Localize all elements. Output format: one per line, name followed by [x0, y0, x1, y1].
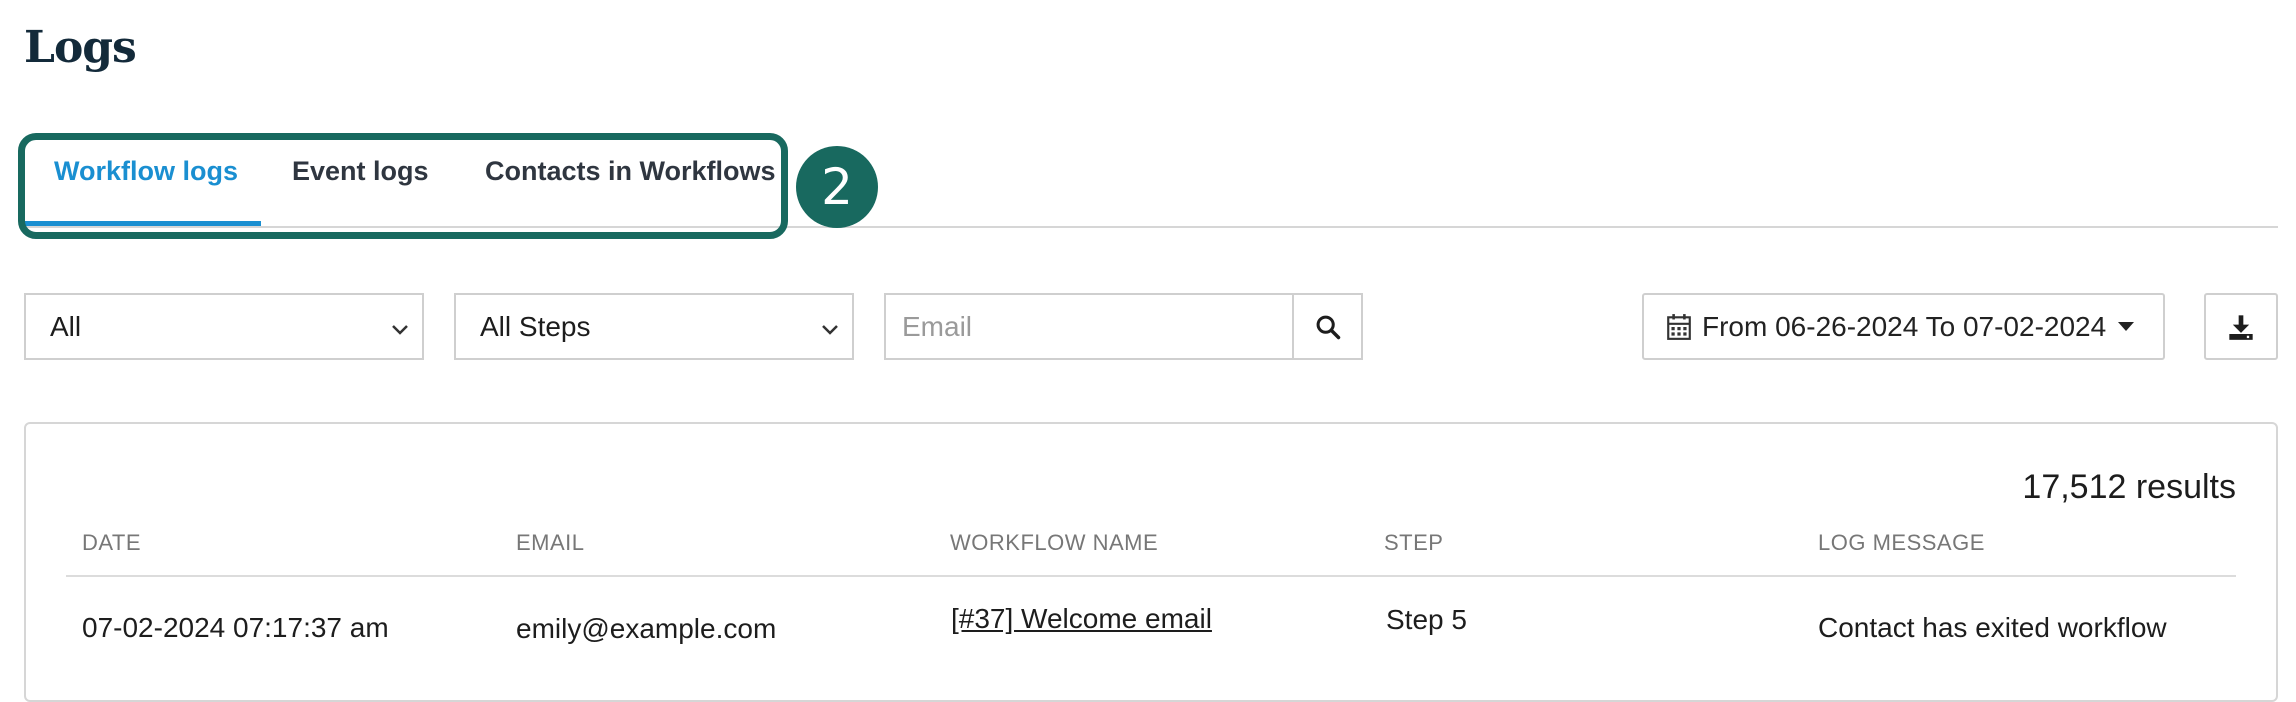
search-icon — [1316, 315, 1340, 339]
steps-select[interactable]: All Steps — [454, 293, 854, 360]
date-range-button[interactable]: From 06-26-2024 To 07-02-2024 — [1642, 293, 2165, 360]
page-title: Logs — [24, 22, 137, 73]
calendar-icon — [1667, 313, 1691, 340]
column-header-email: EMAIL — [516, 530, 585, 555]
download-icon — [2229, 314, 2253, 340]
chevron-down-icon — [822, 325, 838, 335]
date-range-label: From 06-26-2024 To 07-02-2024 — [1702, 310, 2107, 342]
search-button[interactable] — [1292, 293, 1363, 360]
column-header-date: DATE — [82, 530, 142, 555]
logs-table-panel — [24, 422, 2278, 702]
tabs-highlight-box — [18, 133, 788, 239]
cell-email: emily@example.com — [516, 613, 777, 644]
cell-step: Step 5 — [1386, 604, 1467, 635]
cell-workflow-link[interactable]: [#37] Welcome email — [951, 603, 1212, 635]
column-header-workflow-name: WORKFLOW NAME — [950, 530, 1159, 555]
caret-down-icon — [2118, 322, 2135, 331]
annotation-badge: 2 — [796, 146, 878, 228]
download-button[interactable] — [2204, 293, 2278, 360]
results-count: 17,512 results — [2022, 468, 2236, 506]
status-select[interactable]: All — [24, 293, 424, 360]
email-search-input[interactable] — [884, 293, 1294, 360]
cell-log-message: Contact has exited workflow — [1818, 612, 2167, 643]
chevron-down-icon — [392, 325, 408, 335]
column-header-step: STEP — [1384, 530, 1444, 555]
table-header-divider — [66, 575, 2236, 577]
cell-date: 07-02-2024 07:17:37 am — [82, 612, 389, 643]
steps-select-value: All Steps — [480, 310, 591, 342]
column-header-log-message: LOG MESSAGE — [1818, 530, 1985, 555]
status-select-value: All — [50, 310, 82, 342]
